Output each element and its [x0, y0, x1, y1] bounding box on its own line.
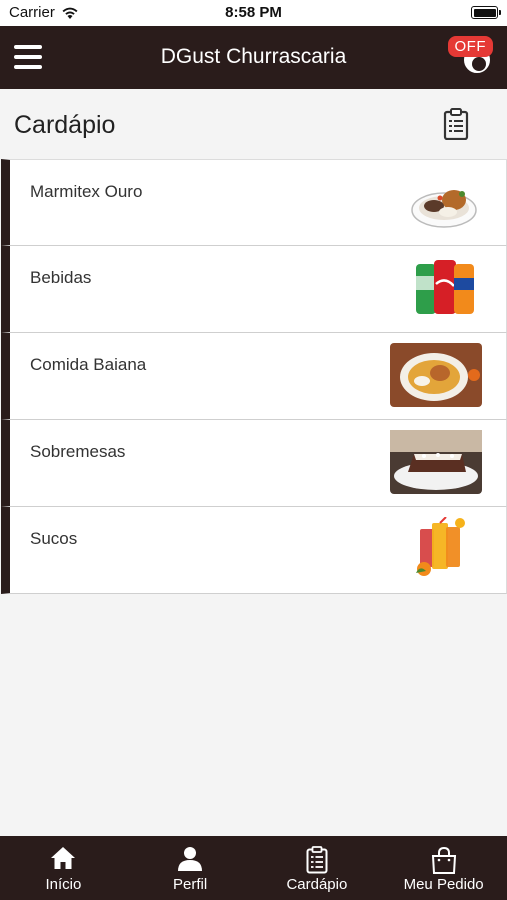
tab-bar: Início Perfil Cardápio Meu Pedido	[0, 836, 507, 900]
tab-meu-pedido[interactable]: Meu Pedido	[380, 836, 507, 900]
menu-item-comida-baiana[interactable]: Comida Baiana	[1, 333, 507, 420]
baiana-dish-image	[390, 343, 482, 407]
marmitex-plate-image	[411, 190, 477, 228]
tab-label: Cardápio	[286, 876, 348, 893]
status-time: 8:58 PM	[225, 4, 282, 21]
clipboard-icon	[306, 846, 328, 874]
person-icon	[178, 847, 203, 871]
menu-item-sucos[interactable]: Sucos	[1, 507, 507, 594]
juice-glasses-image	[416, 517, 465, 576]
page-header: Cardápio	[0, 89, 507, 159]
status-right	[471, 6, 501, 19]
menu-item-label: Bebidas	[30, 268, 92, 287]
tab-perfil[interactable]: Perfil	[127, 836, 254, 900]
tab-cardapio[interactable]: Cardápio	[254, 836, 381, 900]
app-title: DGust Churrascaria	[160, 45, 347, 68]
order-clipboard-button[interactable]	[443, 108, 469, 141]
home-icon	[51, 847, 76, 869]
shopping-bag-icon	[431, 846, 456, 874]
menu-item-label: Sobremesas	[30, 442, 126, 461]
tab-label: Meu Pedido	[403, 876, 484, 893]
tab-label: Perfil	[173, 876, 208, 893]
clipboard-icon	[443, 108, 469, 141]
tab-inicio[interactable]: Início	[0, 836, 127, 900]
store-status-toggle[interactable]: OFF	[447, 36, 493, 76]
menu-item-marmitex-ouro[interactable]: Marmitex Ouro	[1, 159, 507, 246]
menu-category-list: Marmitex Ouro Bebidas Comida Baiana Sobr…	[1, 159, 507, 594]
battery-icon	[471, 6, 501, 19]
menu-item-label: Comida Baiana	[30, 355, 147, 374]
navbar: DGust Churrascaria OFF	[0, 26, 507, 89]
soda-cans-image	[416, 260, 474, 314]
cake-slice-image	[390, 430, 482, 494]
status-bar: Carrier 8:58 PM	[0, 0, 507, 26]
menu-item-bebidas[interactable]: Bebidas	[1, 246, 507, 333]
menu-item-label: Sucos	[30, 529, 78, 548]
off-badge: OFF	[447, 36, 493, 57]
menu-item-sobremesas[interactable]: Sobremesas	[1, 420, 507, 507]
tab-label: Início	[45, 876, 82, 893]
page-title: Cardápio	[14, 111, 116, 139]
menu-item-label: Marmitex Ouro	[30, 182, 143, 201]
